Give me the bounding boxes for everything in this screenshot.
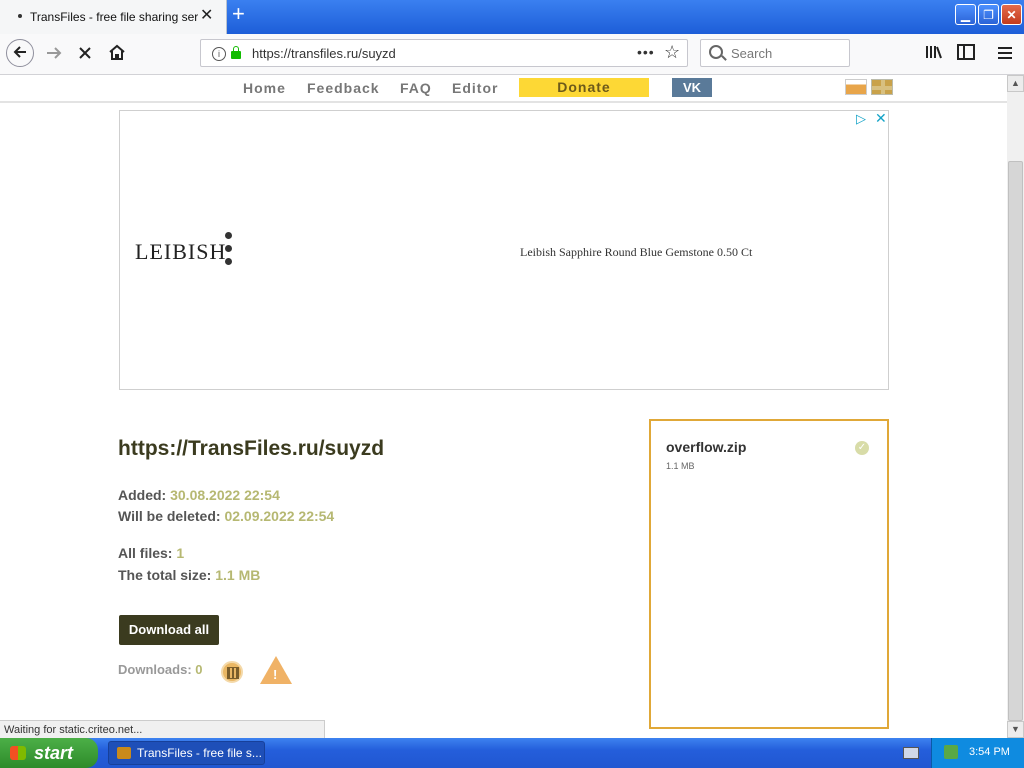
- bookmark-star-icon[interactable]: ☆: [664, 42, 680, 63]
- keyboard-icon[interactable]: [903, 747, 919, 759]
- file-size: 1.1 MB: [666, 461, 695, 471]
- nav-home[interactable]: Home: [243, 80, 286, 96]
- deleted-value: 02.09.2022 22:54: [224, 508, 335, 524]
- url-text[interactable]: https://transfiles.ru/suyzd: [252, 46, 396, 61]
- library-icon: [926, 46, 942, 59]
- total-size-row: The total size: 1.1 MB: [118, 567, 260, 583]
- loading-dot-icon: [18, 14, 22, 18]
- advertisement-banner[interactable]: ▷ ✕ LEIBISH Leibish Sapphire Round Blue …: [119, 110, 889, 390]
- added-value: 30.08.2022 22:54: [170, 487, 280, 503]
- library-button[interactable]: [922, 42, 946, 66]
- donate-button[interactable]: Donate: [519, 78, 649, 97]
- maximize-button[interactable]: ❐: [978, 4, 999, 25]
- clock[interactable]: 3:54 PM: [969, 746, 1010, 758]
- firefox-icon: [117, 747, 131, 759]
- lock-icon[interactable]: [231, 46, 241, 59]
- start-label: start: [34, 743, 74, 763]
- taskbar-item-firefox[interactable]: TransFiles - free file s...: [108, 741, 265, 765]
- system-tray: 3:54 PM: [931, 738, 1024, 768]
- address-bar[interactable]: i https://transfiles.ru/suyzd ••• ☆: [200, 39, 688, 67]
- deleted-label: Will be deleted:: [118, 508, 221, 524]
- total-size-label: The total size:: [118, 567, 212, 583]
- ad-text[interactable]: Leibish Sapphire Round Blue Gemstone 0.5…: [520, 245, 752, 260]
- all-files-label: All files:: [118, 545, 173, 561]
- file-name[interactable]: overflow.zip: [666, 439, 746, 455]
- search-input[interactable]: Search: [700, 39, 850, 67]
- russian-flag-icon[interactable]: [845, 79, 867, 95]
- scroll-up-arrow-icon[interactable]: ▲: [1007, 75, 1024, 92]
- ad-brand-logo[interactable]: LEIBISH: [135, 239, 226, 265]
- vk-button[interactable]: VK: [672, 78, 712, 97]
- adchoices-icon[interactable]: ▷: [856, 111, 866, 127]
- sidebar-button[interactable]: [954, 42, 978, 66]
- tab-title: TransFiles - free file sharing service: [30, 10, 198, 24]
- file-card[interactable]: overflow.zip 1.1 MB ✓: [649, 419, 889, 729]
- warning-mark: !: [273, 667, 278, 682]
- nav-feedback[interactable]: Feedback: [307, 80, 380, 96]
- vertical-scrollbar[interactable]: ▲ ▼: [1007, 75, 1024, 738]
- ad-close-icon[interactable]: ✕: [875, 110, 887, 127]
- close-tab-icon[interactable]: ✕: [200, 8, 213, 24]
- all-files-row: All files: 1: [118, 545, 184, 561]
- menu-button[interactable]: [993, 42, 1017, 66]
- info-icon[interactable]: i: [212, 47, 226, 61]
- site-navigation: Home Feedback FAQ Editor Donate VK: [0, 75, 1007, 103]
- browser-titlebar: TransFiles - free file sharing service ✕…: [0, 0, 1024, 34]
- scroll-down-arrow-icon[interactable]: ▼: [1007, 721, 1024, 738]
- status-bar: Waiting for static.criteo.net...: [0, 720, 325, 738]
- nav-faq[interactable]: FAQ: [400, 80, 432, 96]
- all-files-value: 1: [176, 545, 185, 561]
- total-size-value: 1.1 MB: [215, 567, 261, 583]
- tray-app-icon[interactable]: [944, 745, 958, 759]
- arrow-left-icon: [13, 46, 26, 58]
- stop-button[interactable]: [73, 42, 97, 66]
- taskbar-item-label: TransFiles - free file s...: [137, 746, 262, 760]
- windows-logo-icon: [10, 746, 26, 760]
- deleted-row: Will be deleted: 02.09.2022 22:54: [118, 508, 334, 524]
- browser-tab[interactable]: TransFiles - free file sharing service ✕: [0, 0, 227, 34]
- minimize-button[interactable]: ▁: [955, 4, 976, 25]
- taskbar: start TransFiles - free file s... 3:54 P…: [0, 738, 1024, 768]
- search-icon: [709, 45, 723, 59]
- english-flag-icon[interactable]: [871, 79, 893, 95]
- downloads-row: Downloads: 0: [118, 662, 203, 677]
- hamburger-icon: [998, 47, 1012, 59]
- download-all-button[interactable]: Download all: [119, 615, 219, 645]
- arrow-right-icon: [47, 47, 62, 59]
- downloads-label: Downloads:: [118, 662, 192, 677]
- check-icon[interactable]: ✓: [855, 441, 869, 455]
- start-button[interactable]: start: [0, 738, 98, 768]
- page-content: Home Feedback FAQ Editor Donate VK ▷ ✕ L…: [0, 75, 1007, 738]
- page-actions-icon[interactable]: •••: [637, 44, 655, 60]
- stop-icon: [79, 47, 91, 59]
- back-button[interactable]: [6, 39, 34, 67]
- ad-menu-icon[interactable]: [225, 232, 233, 271]
- home-icon: [109, 44, 125, 60]
- added-label: Added:: [118, 487, 167, 503]
- search-placeholder: Search: [731, 46, 773, 61]
- downloads-value: 0: [195, 662, 203, 677]
- new-tab-button[interactable]: +: [232, 3, 250, 25]
- added-row: Added: 30.08.2022 22:54: [118, 487, 280, 503]
- close-window-button[interactable]: ✕: [1001, 4, 1022, 25]
- browser-toolbar: i https://transfiles.ru/suyzd ••• ☆ Sear…: [0, 34, 1024, 75]
- qr-code-icon[interactable]: [221, 661, 243, 683]
- scrollbar-thumb[interactable]: [1008, 161, 1023, 721]
- home-button[interactable]: [105, 42, 129, 66]
- sidebar-icon: [957, 44, 975, 60]
- share-link[interactable]: https://TransFiles.ru/suyzd: [118, 437, 384, 461]
- nav-editor[interactable]: Editor: [452, 80, 498, 96]
- forward-button[interactable]: [42, 42, 66, 66]
